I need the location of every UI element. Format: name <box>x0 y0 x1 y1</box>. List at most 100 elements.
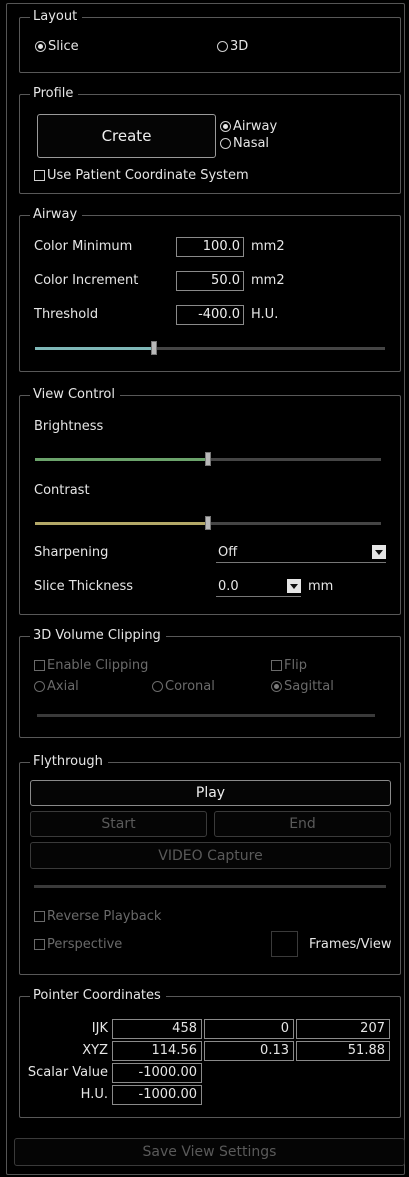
airway-group: Airway Color Minimum 100.0 mm2 Color Inc… <box>19 207 401 372</box>
scalar-value: -1000.00 <box>112 1063 202 1083</box>
flythrough-title: Flythrough <box>30 754 108 769</box>
slice-thickness-unit: mm <box>308 579 334 594</box>
slice-thickness-label: Slice Thickness <box>34 579 134 594</box>
profile-title: Profile <box>30 86 79 101</box>
sagittal-radio[interactable]: Sagittal <box>271 679 334 694</box>
flythrough-slider[interactable] <box>34 885 386 888</box>
perspective-checkbox[interactable]: Perspective <box>34 937 122 952</box>
save-view-settings-button[interactable]: Save View Settings <box>14 1138 405 1166</box>
view-control-group: View Control Brightness Contrast Sharpen… <box>19 387 401 615</box>
color-min-input[interactable]: 100.0 <box>176 237 244 257</box>
axial-label: Axial <box>47 679 79 694</box>
profile-airway-label: Airway <box>233 119 278 134</box>
contrast-label: Contrast <box>34 483 90 498</box>
threshold-slider[interactable] <box>35 341 385 355</box>
layout-group: Layout Slice 3D <box>19 9 401 73</box>
sharpening-select[interactable]: Off <box>216 543 386 563</box>
axial-radio[interactable]: Axial <box>34 679 79 694</box>
checkbox-box <box>34 911 45 922</box>
play-button[interactable]: Play <box>30 780 391 806</box>
coronal-label: Coronal <box>165 679 215 694</box>
video-capture-button[interactable]: VIDEO Capture <box>30 842 391 869</box>
patient-coords-label: Use Patient Coordinate System <box>47 168 249 183</box>
sharpening-label: Sharpening <box>34 545 109 560</box>
patient-coords-checkbox[interactable]: Use Patient Coordinate System <box>34 168 249 183</box>
airway-title: Airway <box>30 207 83 222</box>
xyz-label: XYZ <box>82 1043 108 1058</box>
brightness-label: Brightness <box>34 419 104 434</box>
chevron-down-icon[interactable] <box>287 579 301 593</box>
radio-indicator <box>271 681 282 692</box>
flip-checkbox[interactable]: Flip <box>271 658 307 673</box>
perspective-label: Perspective <box>47 937 123 952</box>
layout-title: Layout <box>30 9 83 24</box>
contrast-slider-fill <box>35 522 208 525</box>
ijk-label: IJK <box>91 1021 108 1036</box>
pointer-coordinates-group: Pointer Coordinates IJK 458 0 207 XYZ 11… <box>19 988 401 1118</box>
xyz-z-value: 51.88 <box>296 1041 390 1061</box>
brightness-slider[interactable] <box>35 452 381 466</box>
xyz-y-value: 0.13 <box>204 1041 294 1061</box>
radio-indicator <box>34 681 45 692</box>
color-inc-unit: mm2 <box>251 273 285 288</box>
layout-slice-radio[interactable]: Slice <box>35 39 79 54</box>
ijk-k-value: 207 <box>296 1019 390 1039</box>
contrast-slider-handle[interactable] <box>205 516 211 530</box>
chevron-down-icon[interactable] <box>372 545 386 559</box>
layout-3d-label: 3D <box>230 39 249 54</box>
contrast-slider[interactable] <box>35 516 381 530</box>
layout-slice-label: Slice <box>48 39 79 54</box>
color-inc-label: Color Increment <box>34 273 139 288</box>
xyz-x-value: 114.56 <box>112 1041 202 1061</box>
threshold-label: Threshold <box>34 307 99 322</box>
radio-indicator <box>220 138 231 149</box>
checkbox-box <box>34 939 45 950</box>
sharpening-value: Off <box>218 545 238 560</box>
view-control-title: View Control <box>30 387 120 402</box>
slice-thickness-select[interactable]: 0.0 <box>216 577 301 597</box>
layout-3d-radio[interactable]: 3D <box>217 39 248 54</box>
radio-indicator <box>217 41 228 52</box>
frames-per-view-input[interactable] <box>271 931 298 957</box>
clipping-slider[interactable] <box>37 714 375 717</box>
brightness-slider-fill <box>35 458 208 461</box>
color-inc-input[interactable]: 50.0 <box>176 271 244 291</box>
profile-airway-radio[interactable]: Airway <box>220 119 277 134</box>
slice-thickness-value: 0.0 <box>218 579 239 594</box>
threshold-input[interactable]: -400.0 <box>176 305 244 325</box>
brightness-slider-handle[interactable] <box>205 452 211 466</box>
frames-per-view-label: Frames/View <box>309 937 392 952</box>
threshold-unit: H.U. <box>251 307 279 322</box>
enable-clipping-checkbox[interactable]: Enable Clipping <box>34 658 148 673</box>
hu-value: -1000.00 <box>112 1085 202 1105</box>
end-button[interactable]: End <box>214 811 391 837</box>
profile-nasal-radio[interactable]: Nasal <box>220 136 269 151</box>
clipping-group: 3D Volume Clipping Enable Clipping Flip … <box>19 628 401 738</box>
color-min-unit: mm2 <box>251 239 285 254</box>
start-button[interactable]: Start <box>30 811 207 837</box>
coronal-radio[interactable]: Coronal <box>152 679 215 694</box>
flythrough-group: Flythrough Play Start End VIDEO Capture … <box>19 754 401 975</box>
radio-indicator <box>152 681 163 692</box>
reverse-playback-label: Reverse Playback <box>47 909 162 924</box>
ijk-j-value: 0 <box>204 1019 294 1039</box>
color-min-label: Color Minimum <box>34 239 133 254</box>
flip-label: Flip <box>284 658 307 673</box>
clipping-title: 3D Volume Clipping <box>30 628 166 643</box>
sagittal-label: Sagittal <box>284 679 334 694</box>
radio-indicator <box>220 121 231 132</box>
hu-label: H.U. <box>80 1087 108 1102</box>
enable-clipping-label: Enable Clipping <box>47 658 149 673</box>
ijk-i-value: 458 <box>112 1019 202 1039</box>
create-button[interactable]: Create <box>37 114 216 158</box>
profile-group: Profile Create Airway Nasal Use Patient … <box>19 86 401 194</box>
scalar-value-label: Scalar Value <box>27 1065 108 1080</box>
threshold-slider-fill <box>35 347 154 350</box>
checkbox-box <box>34 660 45 671</box>
pointer-title: Pointer Coordinates <box>30 988 166 1003</box>
radio-indicator <box>35 41 46 52</box>
threshold-slider-handle[interactable] <box>151 341 157 355</box>
checkbox-box <box>34 170 45 181</box>
reverse-playback-checkbox[interactable]: Reverse Playback <box>34 909 161 924</box>
checkbox-box <box>271 660 282 671</box>
